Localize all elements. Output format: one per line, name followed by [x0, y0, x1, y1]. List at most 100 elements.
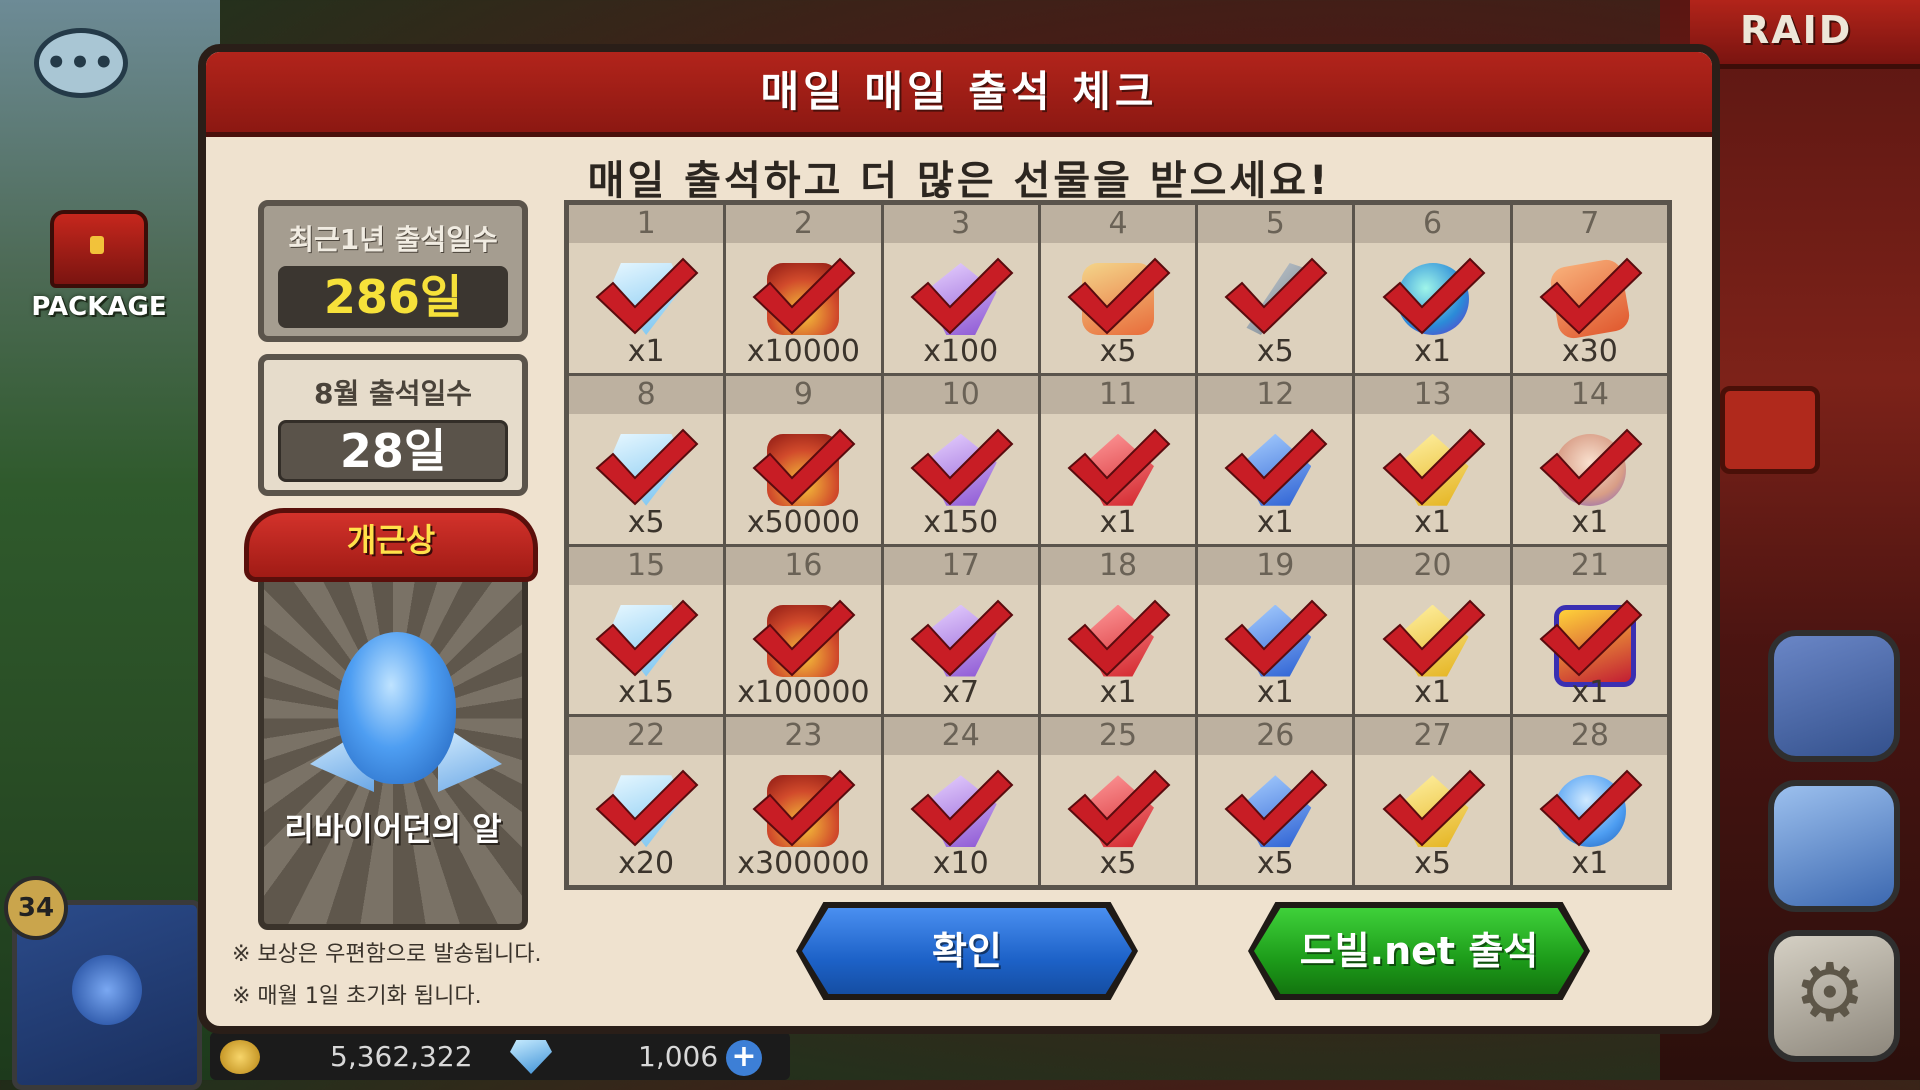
reward-quantity: x10 [932, 846, 989, 881]
dvil-attendance-button[interactable]: 드빌.net 출석 [1254, 908, 1584, 994]
settings-gear-icon[interactable] [1768, 930, 1900, 1062]
day-number: 9 [726, 375, 881, 414]
reward-quantity: x1 [627, 333, 665, 369]
day-cell: 10 x150 [883, 375, 1038, 544]
note-mailbox: ※ 보상은 우편함으로 발송됩니다. [232, 942, 542, 967]
day-number: 22 [569, 717, 724, 756]
day-number: 4 [1040, 205, 1196, 243]
day-cell: 7 x30 [1512, 205, 1667, 373]
checkmark-icon [1539, 599, 1643, 676]
checkmark-icon [595, 599, 699, 676]
checkmark-icon [752, 428, 856, 506]
reward-quantity: x1 [1571, 675, 1609, 711]
reward-quantity: x10000 [746, 333, 861, 369]
side-tab-button[interactable] [1720, 386, 1820, 474]
attendance-calendar-grid: 1 x1 2 x10000 3 x100 4 x5 5 x5 6 x1 7 x30 8 x5 9 x50000 10… [564, 200, 1672, 890]
dialog-subtitle: 매일 출석하고 더 많은 선물을 받으세요! [587, 158, 1331, 204]
day-cell: 5 x5 [1198, 205, 1353, 373]
day-number: 20 [1355, 546, 1510, 585]
character-menu-icon[interactable] [1768, 630, 1900, 762]
day-number: 7 [1512, 205, 1667, 243]
package-button[interactable]: PACKAGE [14, 210, 184, 322]
reward-quantity: x5 [1099, 333, 1137, 369]
day-number: 6 [1355, 205, 1510, 243]
day-number: 26 [1198, 717, 1353, 756]
checkmark-icon [1539, 769, 1643, 847]
checkmark-icon [1067, 599, 1171, 676]
gem-amount: 1,006 [638, 1040, 719, 1073]
reward-quantity: x1 [1571, 846, 1609, 881]
reward-quantity: x20 [618, 846, 675, 881]
reward-quantity: x7 [942, 675, 980, 711]
yearly-attendance-box: 최근1년 출석일수 286일 [258, 200, 528, 342]
package-label: PACKAGE [31, 292, 167, 322]
day-cell: 14 x1 [1512, 375, 1667, 544]
day-number: 11 [1040, 375, 1196, 414]
gold-coin-icon [220, 1040, 260, 1074]
day-number: 5 [1198, 205, 1353, 243]
checkmark-icon [1067, 769, 1171, 847]
day-cell: 12 x1 [1198, 375, 1353, 544]
checkmark-icon [1382, 769, 1485, 847]
chat-bubble-icon[interactable]: ••• [34, 28, 128, 98]
day-cell: 19 x1 [1198, 546, 1353, 715]
checkmark-icon [1224, 428, 1328, 506]
day-number: 8 [569, 375, 724, 414]
day-number: 18 [1040, 546, 1196, 585]
day-cell: 1 x1 [569, 205, 724, 373]
reward-quantity: x5 [627, 504, 665, 540]
day-number: 21 [1512, 546, 1667, 585]
reward-quantity: x1 [1414, 504, 1451, 540]
day-number: 10 [883, 375, 1038, 414]
yearly-attendance-value: 286일 [278, 266, 508, 328]
reward-quantity: x5 [1256, 846, 1294, 881]
checkmark-icon [1382, 428, 1485, 506]
checkmark-icon [595, 769, 699, 847]
attendance-dialog: 매일 매일 출석 체크 매일 출석하고 더 많은 선물을 받으세요! 최근1년 … [198, 44, 1720, 1034]
day-number: 27 [1355, 717, 1510, 756]
checkmark-icon [910, 257, 1014, 335]
day-cell: 18 x1 [1040, 546, 1196, 715]
day-cell: 21 x1 [1512, 546, 1667, 715]
confirm-button[interactable]: 확인 [802, 908, 1132, 994]
yearly-attendance-label: 최근1년 출석일수 [288, 223, 498, 256]
reward-quantity: x1 [1099, 675, 1137, 711]
day-cell: 4 x5 [1040, 205, 1196, 373]
day-cell: 27 x5 [1355, 717, 1510, 885]
checkmark-icon [1224, 599, 1328, 676]
day-number: 13 [1355, 375, 1510, 414]
checkmark-icon [1539, 428, 1643, 506]
checkmark-icon [910, 769, 1014, 847]
reward-quantity: x1 [1414, 675, 1451, 711]
reward-quantity: x100000 [737, 675, 870, 711]
checkmark-icon [1382, 257, 1485, 335]
reward-quantity: x5 [1099, 846, 1137, 881]
reward-quantity: x50000 [746, 504, 861, 540]
friends-icon[interactable] [1768, 780, 1900, 912]
reward-quantity: x5 [1414, 846, 1451, 881]
dialog-title: 매일 매일 출석 체크 [760, 67, 1158, 116]
day-number: 14 [1512, 375, 1667, 414]
reward-quantity: x1 [1256, 504, 1294, 540]
level-badge: 34 [4, 876, 68, 940]
checkmark-icon [1067, 428, 1171, 506]
treasure-chest-icon [50, 210, 148, 288]
checkmark-icon [910, 428, 1014, 506]
reward-quantity: x100 [923, 333, 999, 369]
checkmark-icon [1539, 257, 1643, 335]
checkmark-icon [1224, 257, 1328, 335]
gold-amount: 5,362,322 [330, 1040, 473, 1073]
monthly-attendance-value: 28일 [278, 420, 508, 482]
reward-quantity: x1 [1414, 333, 1451, 369]
day-number: 1 [569, 205, 724, 243]
checkmark-icon [752, 599, 856, 676]
raid-button[interactable]: RAID [1690, 0, 1920, 69]
day-cell: 23 x300000 [726, 717, 881, 885]
reward-quantity: x5 [1256, 333, 1294, 369]
add-gems-icon[interactable]: + [726, 1040, 762, 1076]
day-number: 25 [1040, 717, 1196, 756]
day-number: 15 [569, 546, 724, 585]
reward-quantity: x30 [1561, 333, 1618, 369]
day-number: 28 [1512, 717, 1667, 756]
reward-quantity: x1 [1256, 675, 1294, 711]
